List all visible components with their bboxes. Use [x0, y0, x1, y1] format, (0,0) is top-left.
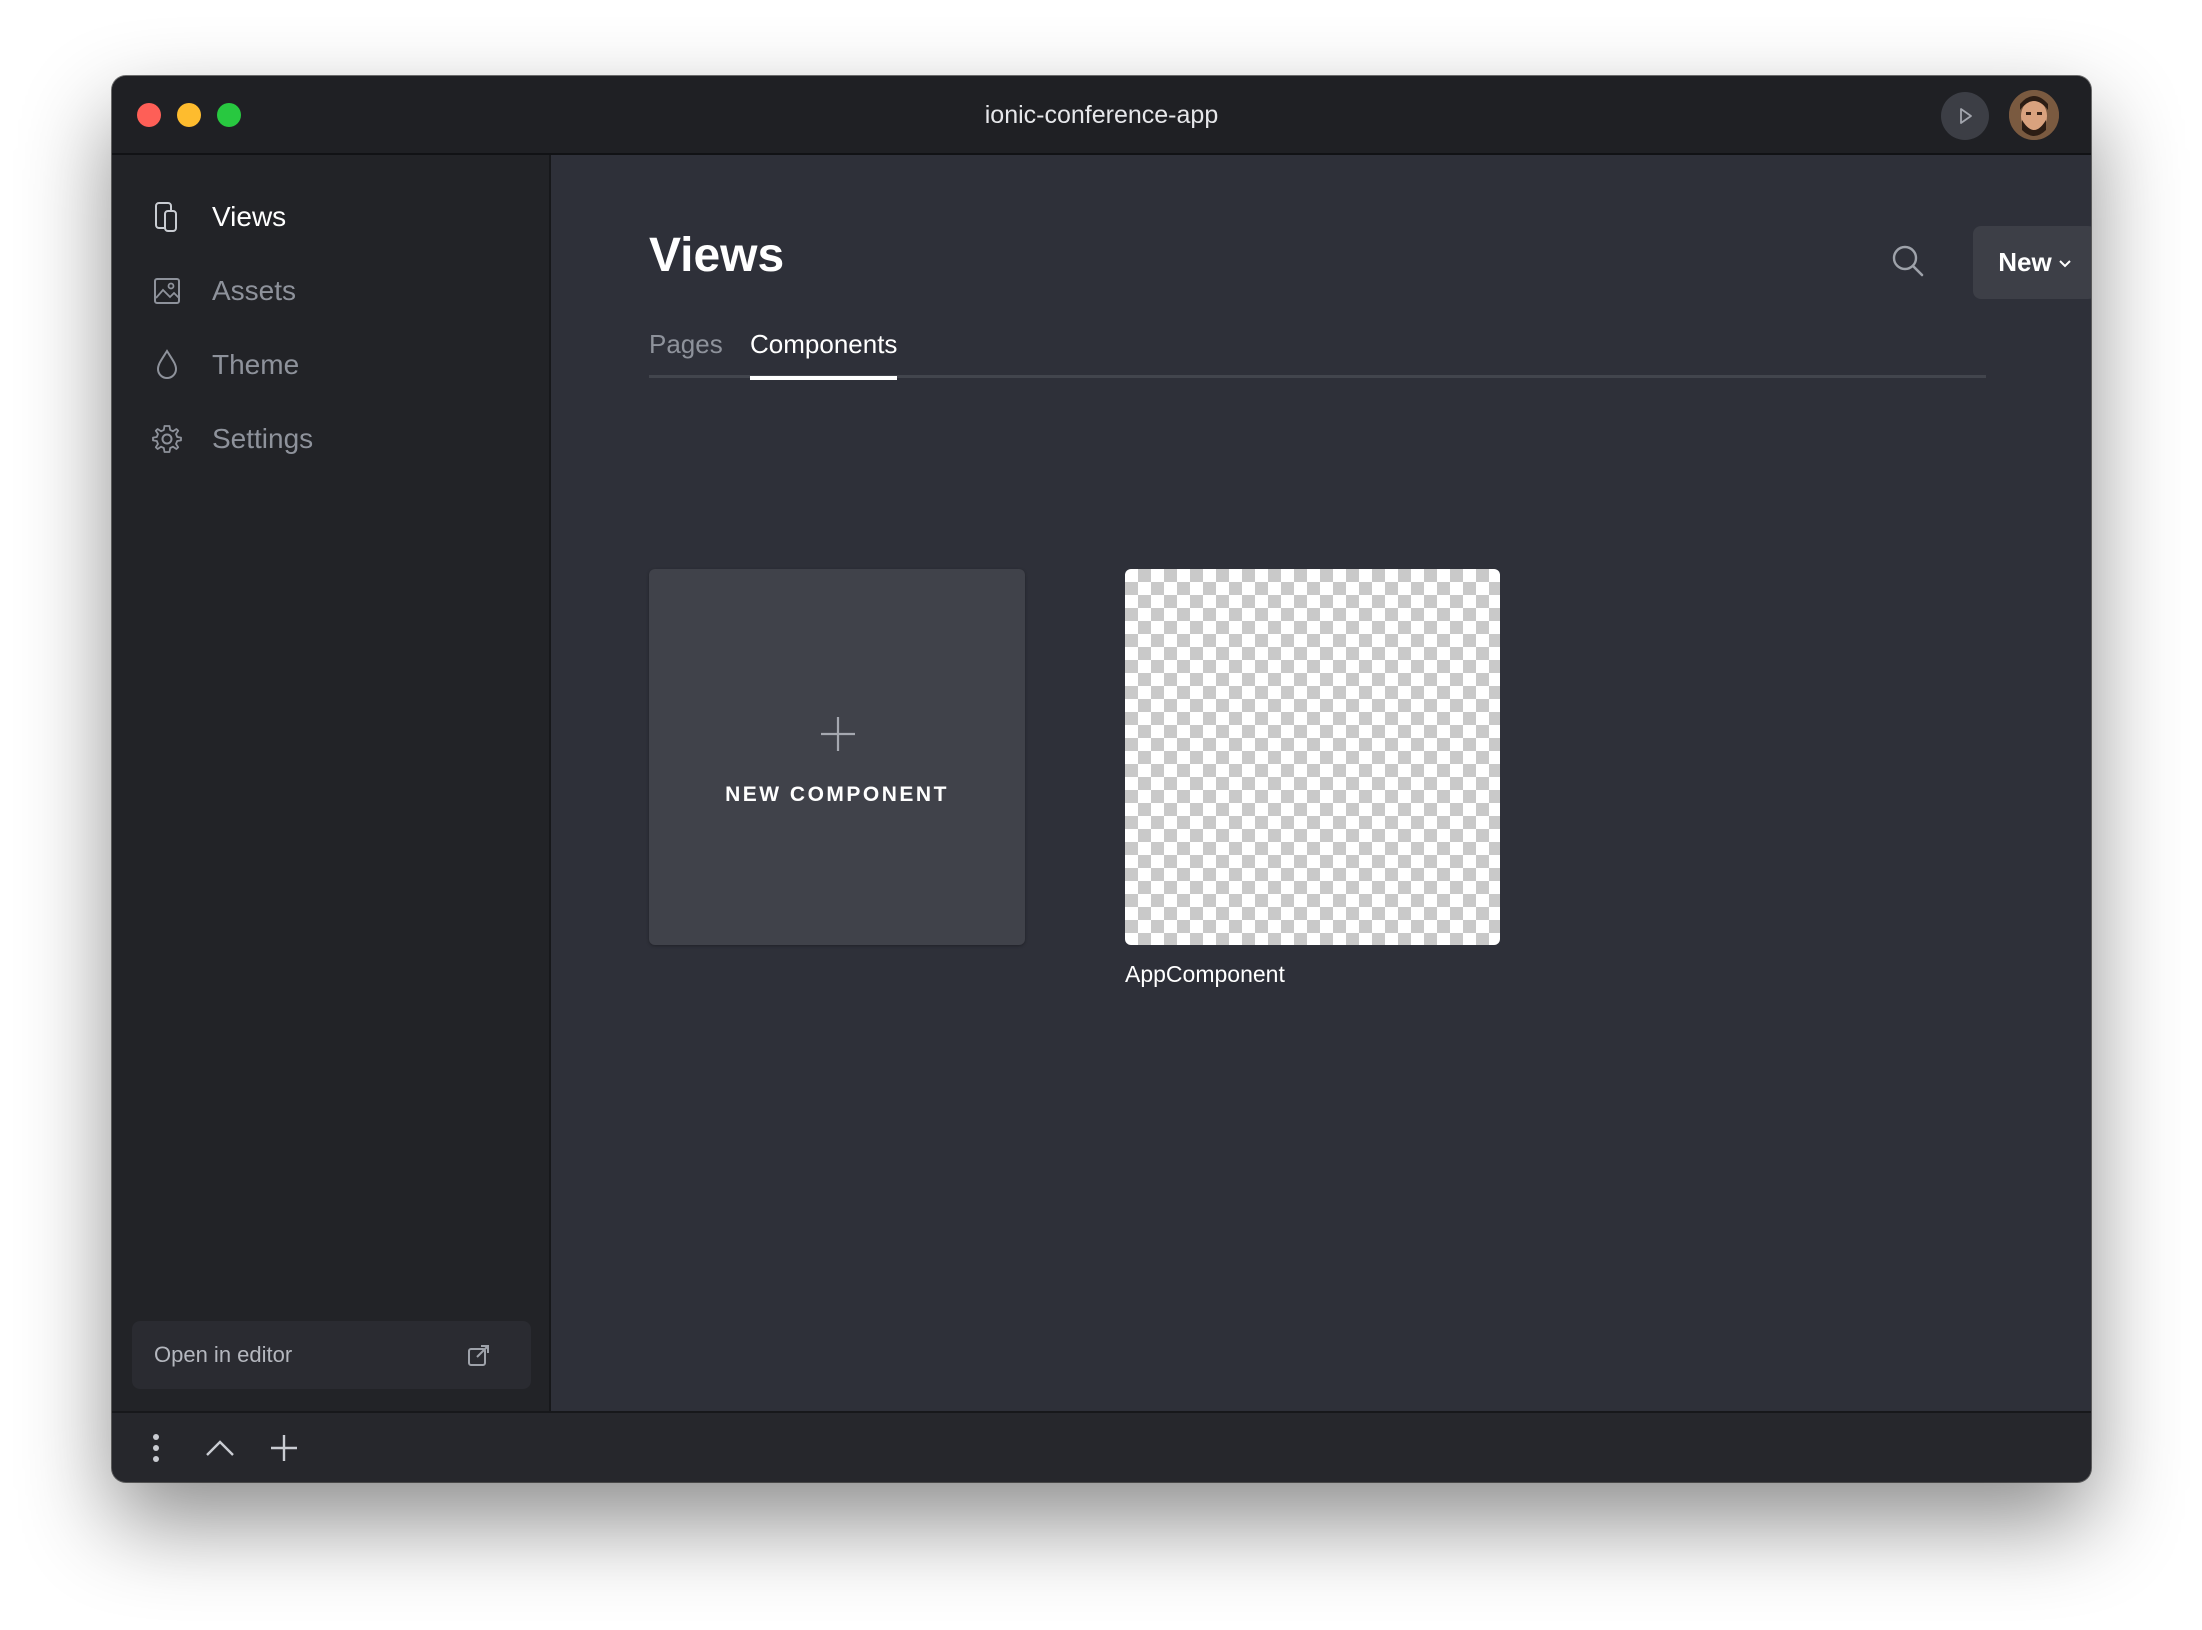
- title-bar: ionic-conference-app: [112, 76, 2091, 155]
- tab-bar: Pages Components: [649, 320, 1986, 380]
- sidebar-item-label: Assets: [212, 275, 297, 306]
- add-button[interactable]: [267, 1431, 301, 1465]
- run-button[interactable]: [1941, 92, 1989, 140]
- sidebar-item-theme[interactable]: Theme: [152, 340, 299, 390]
- sidebar-item-views[interactable]: Views: [152, 192, 286, 242]
- new-button[interactable]: New: [1973, 226, 2091, 299]
- sidebar-item-label: Settings: [212, 423, 314, 454]
- open-in-editor-button[interactable]: Open in editor: [132, 1321, 531, 1389]
- sidebar-item-settings[interactable]: Settings: [152, 414, 313, 464]
- component-card-thumbnail[interactable]: [1125, 569, 1500, 945]
- tab-components[interactable]: Components: [750, 320, 898, 380]
- main-content: Views New Pages Components NEW COMPONENT…: [553, 155, 2091, 1411]
- plus-icon: [271, 1435, 297, 1461]
- droplet-icon: [152, 348, 182, 382]
- window-title: ionic-conference-app: [984, 101, 1219, 129]
- component-card-name[interactable]: AppComponent: [1125, 961, 1285, 988]
- more-vertical-icon: [153, 1434, 159, 1462]
- expand-panel-button[interactable]: [203, 1431, 237, 1465]
- page-title: Views: [649, 229, 785, 282]
- external-link-icon: [468, 1345, 489, 1366]
- sidebar-item-assets[interactable]: Assets: [152, 266, 296, 316]
- play-icon: [1960, 108, 1972, 124]
- open-in-editor-label: Open in editor: [154, 1342, 293, 1367]
- gear-icon: [152, 422, 182, 456]
- app-window: ionic-conference-app Views Assets Theme …: [112, 76, 2091, 1482]
- new-component-label: NEW COMPONENT: [725, 783, 949, 806]
- bottom-toolbar: [112, 1411, 2091, 1482]
- sidebar: Views Assets Theme Settings Open in edit…: [112, 155, 551, 1411]
- chevron-up-icon: [206, 1440, 234, 1456]
- search-icon: [1892, 245, 1924, 277]
- sidebar-item-label: Theme: [212, 349, 300, 380]
- devices-icon: [152, 200, 182, 234]
- more-options-button[interactable]: [139, 1431, 173, 1465]
- search-button[interactable]: [1889, 242, 1927, 280]
- sidebar-item-label: Views: [212, 201, 287, 232]
- tab-pages[interactable]: Pages: [649, 320, 723, 378]
- user-avatar[interactable]: [2009, 90, 2059, 140]
- plus-icon: [821, 717, 855, 751]
- new-button-label: New: [1998, 247, 2052, 277]
- image-icon: [152, 274, 182, 308]
- chevron-down-icon: [2059, 255, 2071, 272]
- new-component-card[interactable]: NEW COMPONENT: [649, 569, 1025, 945]
